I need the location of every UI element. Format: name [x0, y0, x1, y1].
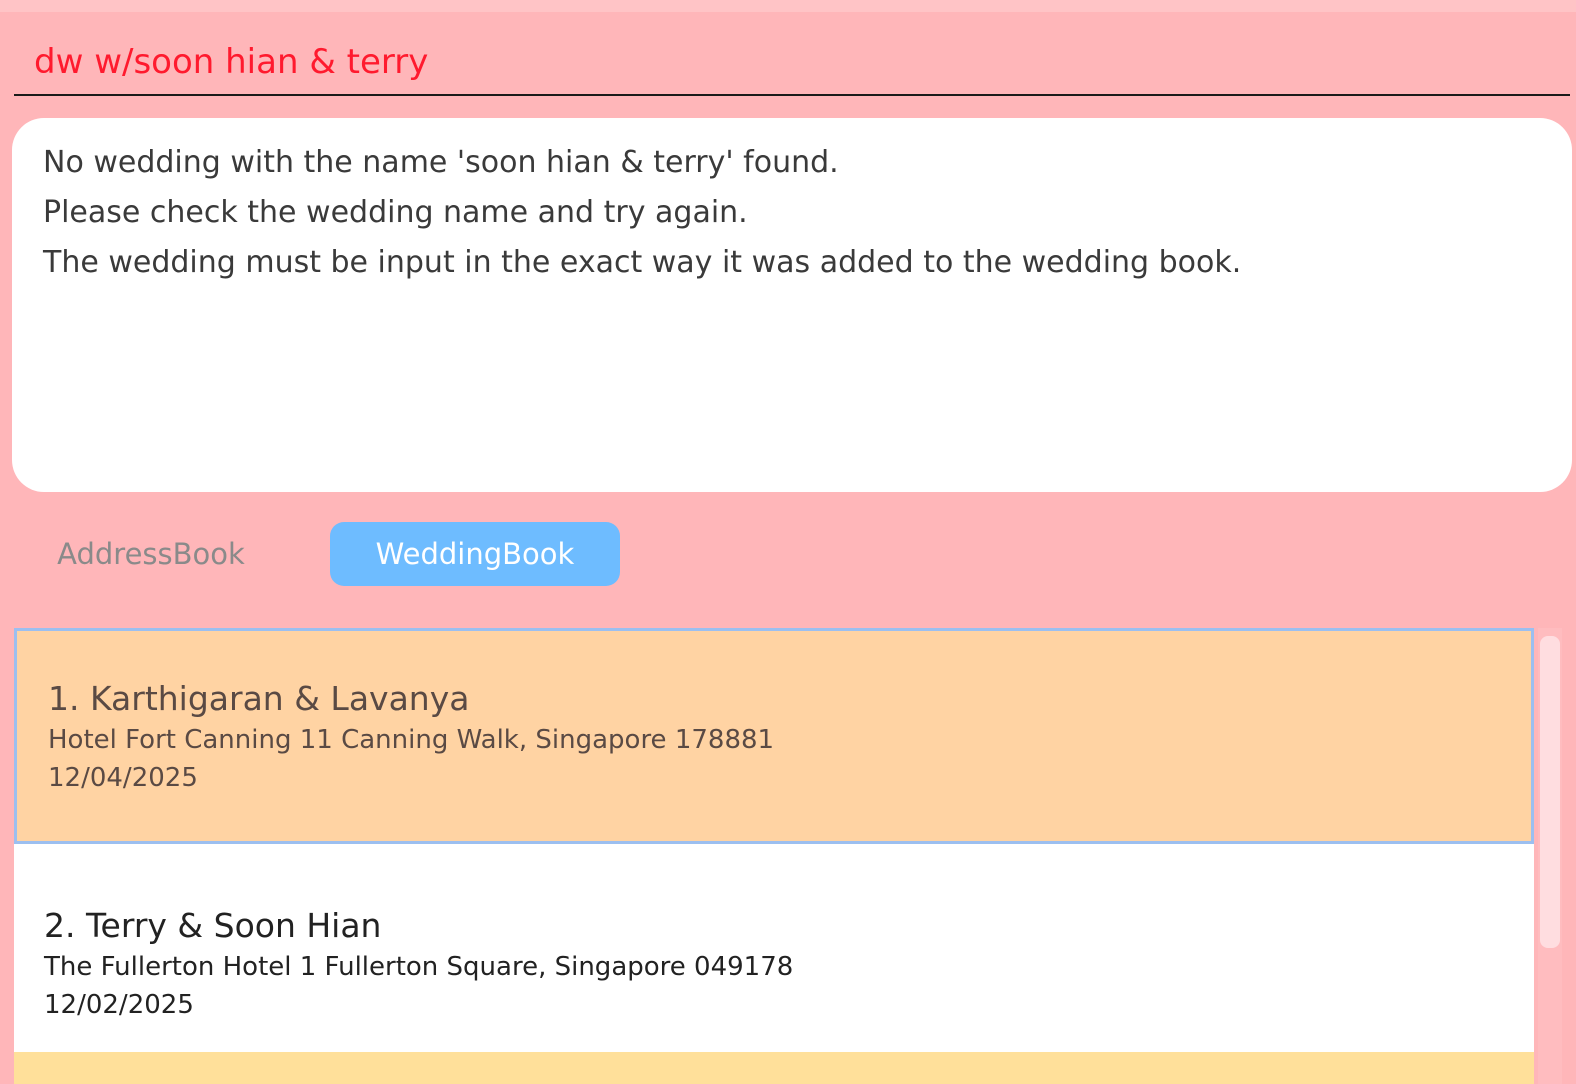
- result-line: Please check the wedding name and try ag…: [43, 195, 748, 230]
- tab-weddingbook[interactable]: WeddingBook: [330, 522, 620, 586]
- wedding-card[interactable]: 1. Karthigaran & Lavanya Hotel Fort Cann…: [14, 628, 1534, 844]
- wedding-list: 1. Karthigaran & Lavanya Hotel Fort Cann…: [14, 628, 1534, 1084]
- wedding-venue: The Fullerton Hotel 1 Fullerton Square, …: [44, 952, 794, 982]
- scroll-thumb[interactable]: [1540, 636, 1560, 948]
- wedding-date: 12/02/2025: [44, 990, 194, 1020]
- result-line: The wedding must be input in the exact w…: [43, 245, 1242, 280]
- wedding-title: 2. Terry & Soon Hian: [44, 906, 382, 945]
- result-line: No wedding with the name 'soon hian & te…: [43, 145, 839, 180]
- wedding-card[interactable]: 2. Terry & Soon Hian The Fullerton Hotel…: [14, 844, 1534, 1052]
- tab-addressbook[interactable]: AddressBook: [34, 522, 268, 586]
- wedding-venue: Hotel Fort Canning 11 Canning Walk, Sing…: [48, 725, 775, 755]
- wedding-date: 12/04/2025: [48, 763, 198, 793]
- command-input[interactable]: [34, 40, 1534, 84]
- list-scrollbar[interactable]: [1538, 628, 1562, 1084]
- command-box: [14, 30, 1570, 96]
- book-tabs: AddressBook WeddingBook: [14, 522, 814, 586]
- result-display: No wedding with the name 'soon hian & te…: [12, 118, 1572, 492]
- top-strip: [0, 0, 1576, 12]
- wedding-card[interactable]: [14, 1052, 1534, 1084]
- wedding-title: 1. Karthigaran & Lavanya: [48, 679, 470, 718]
